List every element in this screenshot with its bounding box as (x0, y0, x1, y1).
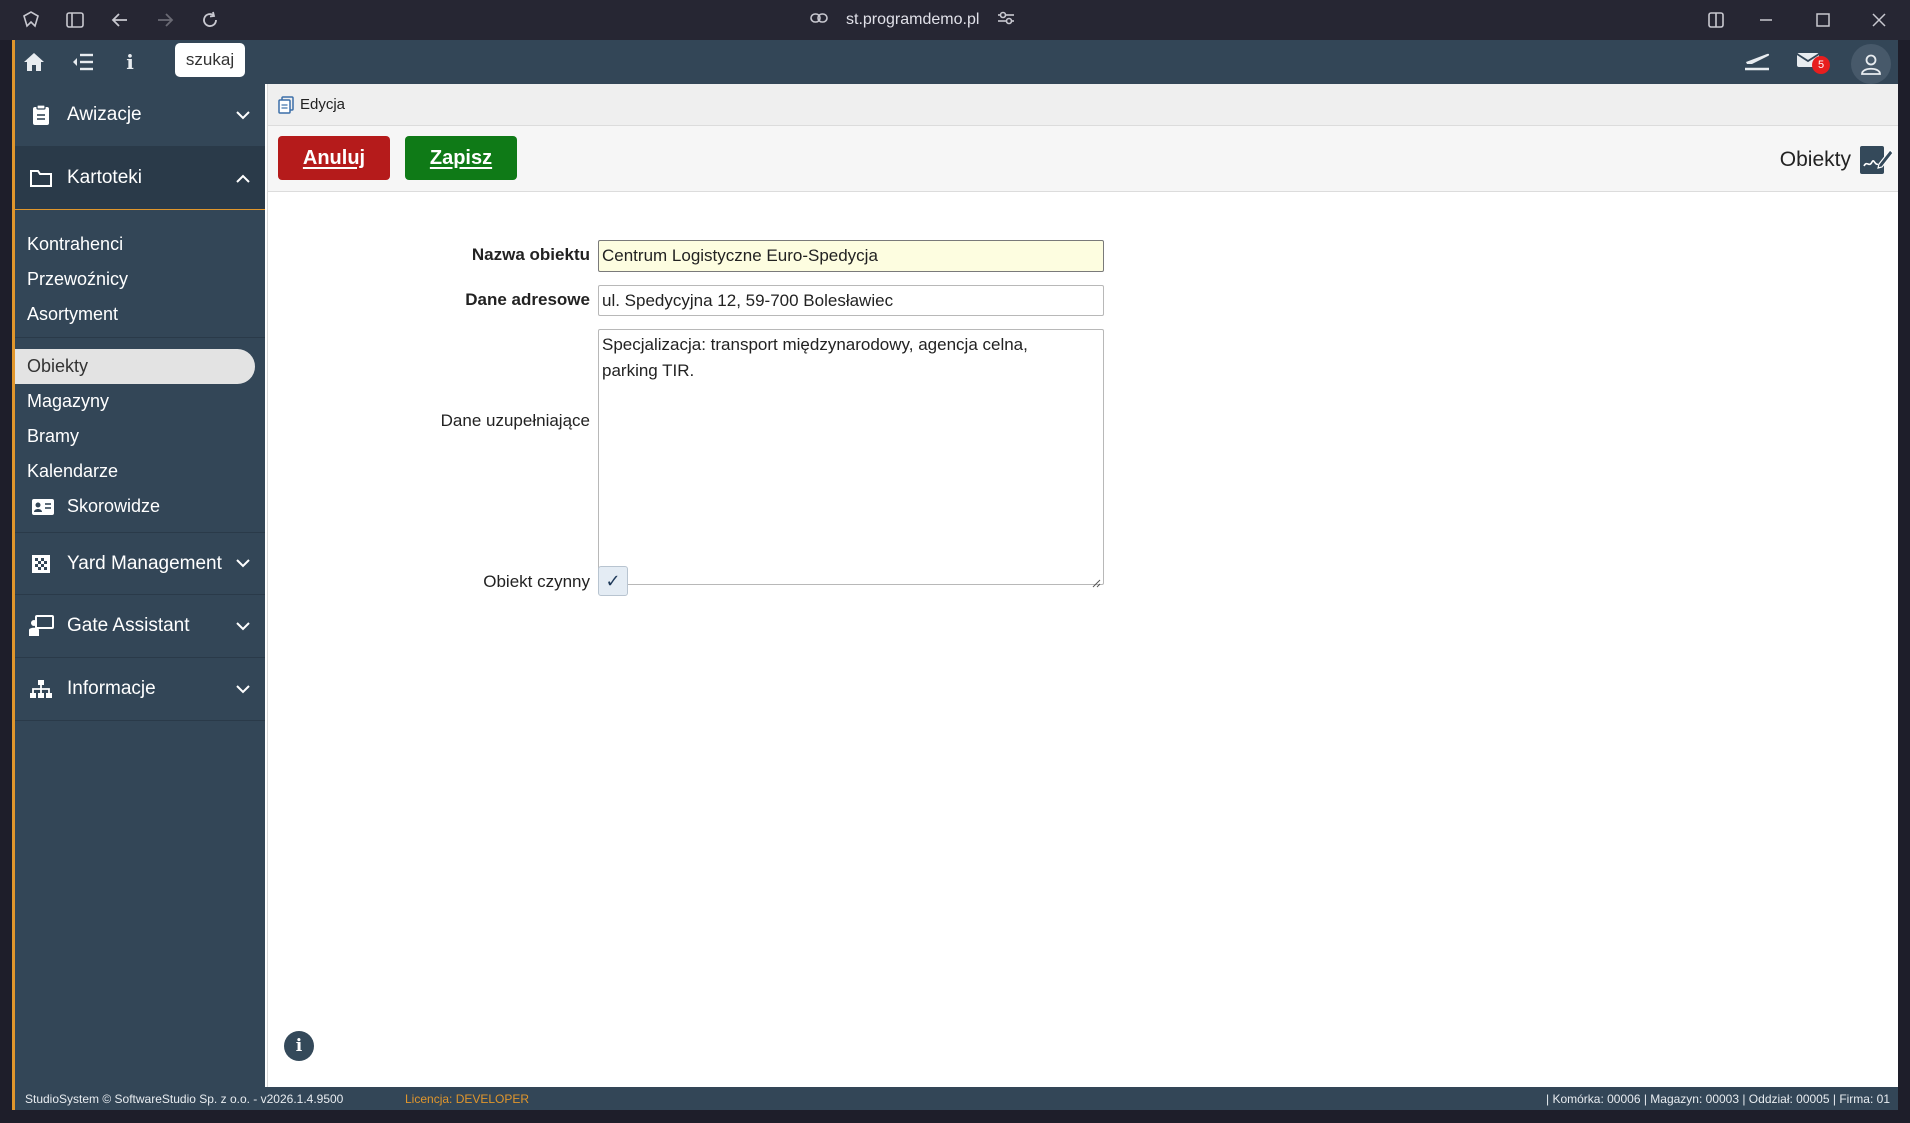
sidebar-section-informacje[interactable]: Informacje (15, 658, 265, 721)
active-label: Obiekt czynny (483, 572, 590, 591)
object-name-input[interactable]: Centrum Logistyczne Euro-Spedycja (598, 240, 1104, 272)
save-button[interactable]: Zapisz (405, 136, 517, 180)
sidebar-section-gate-assistant[interactable]: Gate Assistant (15, 595, 265, 658)
breadcrumb-label: Edycja (300, 96, 346, 113)
sidebar-section-yard-management[interactable]: Yard Management (15, 532, 265, 595)
url-text: st.programdemo.pl (846, 11, 980, 28)
chevron-up-icon (233, 168, 253, 188)
sidebar-section-kartoteki[interactable]: Kartoteki (15, 147, 265, 210)
sidebar-divider (15, 337, 265, 338)
status-footer: StudioSystem © SoftwareStudio Sp. z o.o.… (15, 1087, 1898, 1110)
session-status-text: | Komórka: 00006 | Magazyn: 00003 | Oddz… (1546, 1091, 1890, 1106)
checkmark-icon: ✓ (605, 570, 621, 592)
copyright-text: StudioSystem © SoftwareStudio Sp. z o.o.… (25, 1091, 344, 1106)
sidebar-item-asortyment[interactable]: Asortyment (15, 297, 265, 332)
sitemap-icon (28, 676, 54, 702)
presenter-icon (28, 613, 54, 639)
info-icon[interactable]: i (115, 48, 145, 76)
sidebar-section-label: Gate Assistant (67, 615, 190, 636)
chevron-down-icon (233, 105, 253, 125)
extra-data-textarea[interactable]: Specjalizacja: transport międzynarodowy,… (598, 329, 1104, 585)
sidebar-item-kalendarze[interactable]: Kalendarze (15, 454, 265, 489)
sidebar-section-label: Awizacje (67, 104, 142, 125)
chevron-down-icon (233, 679, 253, 699)
sidebar-toggle-icon[interactable] (63, 8, 87, 32)
link-icon (810, 11, 828, 29)
sidebar-section-label: Yard Management (67, 552, 222, 574)
sidebar-section-awizacje[interactable]: Awizacje (15, 84, 265, 147)
sidebar-item-przewoznicy[interactable]: Przewoźnicy (15, 262, 265, 297)
name-label: Nazwa obiektu (471, 245, 590, 264)
sidebar-item-magazyny[interactable]: Magazyny (15, 384, 265, 419)
app-topbar: i szukaj 5 (15, 40, 1898, 84)
user-avatar[interactable] (1851, 44, 1891, 84)
sidebar: Awizacje Kartoteki Kontrahenci Przewoźni… (15, 84, 265, 1087)
departure-icon[interactable] (1742, 46, 1772, 74)
maximize-icon[interactable] (1811, 8, 1835, 32)
sidebar-item-skorowidze[interactable]: Skorowidze (15, 489, 265, 524)
reload-icon[interactable] (198, 8, 222, 32)
address-label: Dane adresowe (465, 290, 590, 309)
collapse-menu-icon[interactable] (68, 48, 98, 76)
chevron-down-icon (233, 554, 253, 574)
page-title: Obiekty (1779, 148, 1851, 171)
app-window: i szukaj 5 Awizacje Kartoteki Kontrahenc… (12, 40, 1898, 1110)
browser-logo-icon[interactable] (19, 8, 43, 32)
address-bar[interactable]: st.programdemo.pl (810, 8, 1015, 32)
sidebar-section-label: Informacje (67, 678, 156, 699)
edit-document-icon (278, 95, 294, 114)
user-icon (1861, 54, 1881, 75)
sidebar-item-label: Skorowidze (67, 496, 161, 516)
back-icon[interactable] (108, 8, 132, 32)
minimize-icon[interactable] (1754, 8, 1778, 32)
sidebar-item-bramy[interactable]: Bramy (15, 419, 265, 454)
clipboard-icon (28, 102, 54, 128)
search-button[interactable]: szukaj (175, 43, 245, 77)
extra-data-label: Dane uzupełniające (440, 411, 590, 430)
sidebar-section-label: Kartoteki (67, 167, 142, 188)
close-window-icon[interactable] (1867, 8, 1891, 32)
split-view-icon[interactable] (1704, 8, 1728, 32)
signature-edit-icon (1859, 142, 1894, 176)
active-checkbox[interactable]: ✓ (598, 566, 628, 596)
checkered-grid-icon (28, 551, 54, 577)
folder-icon (28, 165, 54, 191)
breadcrumb: Edycja (268, 84, 1898, 126)
forward-icon[interactable] (153, 8, 177, 32)
resize-handle-icon[interactable] (1091, 573, 1101, 588)
site-settings-icon[interactable] (997, 11, 1015, 30)
cancel-button[interactable]: Anuluj (278, 136, 390, 180)
action-toolbar: Anuluj Zapisz Obiekty (268, 126, 1898, 192)
home-icon[interactable] (19, 48, 49, 76)
id-card-icon (31, 498, 55, 516)
browser-toolbar: st.programdemo.pl (0, 0, 1910, 40)
main-content: Edycja Anuluj Zapisz Obiekty Nazwa obiek… (267, 84, 1898, 1087)
mail-count-badge: 5 (1812, 56, 1830, 74)
license-text: Licencja: DEVELOPER (405, 1091, 530, 1106)
sidebar-item-kontrahenci[interactable]: Kontrahenci (15, 227, 265, 262)
sidebar-item-obiekty[interactable]: Obiekty (15, 349, 255, 384)
chevron-down-icon (233, 616, 253, 636)
info-circle-icon[interactable]: i (284, 1031, 314, 1061)
address-input[interactable]: ul. Spedycyjna 12, 59-700 Bolesławiec (598, 285, 1104, 316)
